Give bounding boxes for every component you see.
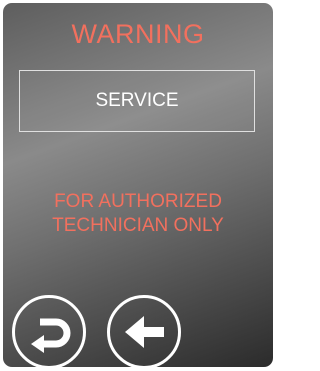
return-button[interactable] <box>12 295 86 367</box>
service-button-label: SERVICE <box>95 90 179 111</box>
warning-title: WARNING <box>71 19 205 49</box>
back-button[interactable] <box>107 295 181 367</box>
arrow-left-icon <box>125 316 164 348</box>
warning-panel: WARNING SERVICE FOR AUTHORIZED TECHNICIA… <box>3 3 273 367</box>
return-icon <box>31 318 71 353</box>
notice-line-1: FOR AUTHORIZED <box>54 191 222 212</box>
notice-line-2: TECHNICIAN ONLY <box>52 215 224 236</box>
authorization-notice: FOR AUTHORIZED TECHNICIAN ONLY <box>3 190 273 238</box>
service-button[interactable]: SERVICE <box>19 70 255 132</box>
